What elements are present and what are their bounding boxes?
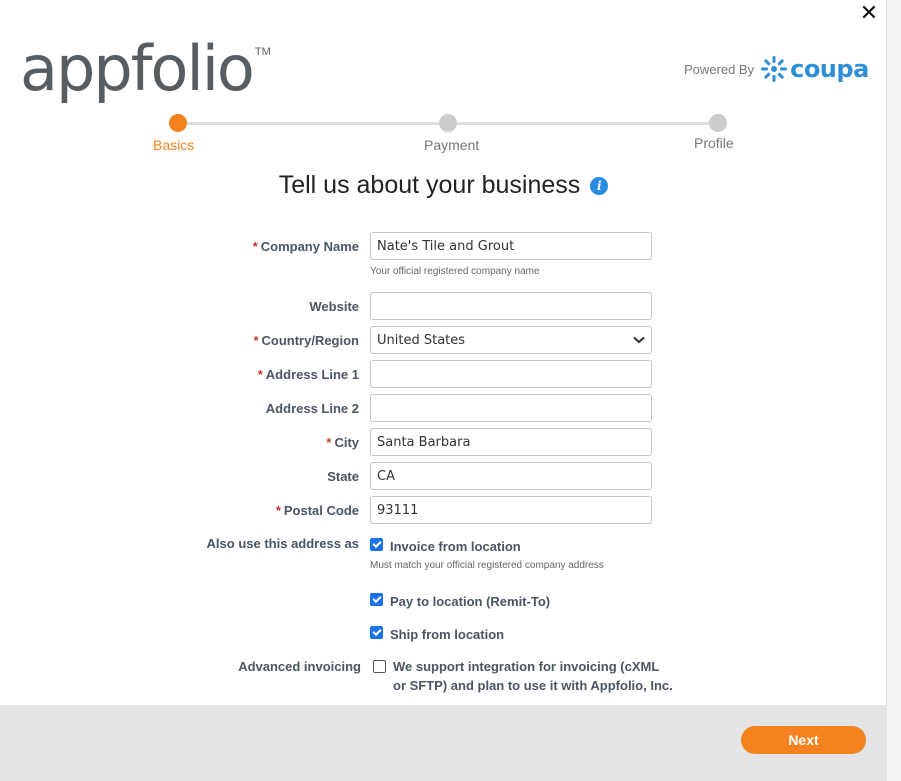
coupa-snowflake-icon	[761, 56, 788, 82]
pay-to-row[interactable]: Pay to location (Remit-To)	[370, 592, 550, 611]
postal-code-input[interactable]	[370, 496, 652, 524]
country-label-text: Country/Region	[261, 333, 360, 348]
postal-code-label-text: Postal Code	[283, 503, 359, 518]
required-mark: *	[253, 333, 259, 348]
advanced-invoicing-label: Advanced invoicing	[238, 659, 361, 674]
required-mark: *	[275, 503, 281, 518]
next-button[interactable]: Next	[741, 726, 866, 754]
page-background-strip	[887, 0, 901, 781]
state-label: State	[327, 469, 359, 484]
country-label: * Country/Region	[253, 333, 359, 348]
info-icon[interactable]: i	[590, 176, 609, 195]
step-dot-payment	[439, 114, 457, 132]
pay-to-label: Pay to location (Remit-To)	[390, 594, 551, 609]
company-name-input[interactable]	[370, 232, 652, 260]
city-label-text: City	[334, 435, 359, 450]
appfolio-logo: appfolio TM	[20, 38, 271, 108]
postal-code-label: * Postal Code	[276, 503, 359, 518]
address-line2-input[interactable]	[370, 394, 652, 422]
chevron-down-icon	[633, 336, 645, 344]
country-select[interactable]: United States	[370, 326, 652, 354]
logo-trademark: TM	[254, 46, 271, 58]
advanced-invoicing-row[interactable]: We support integration for invoicing (cX…	[373, 657, 673, 695]
step-label-payment: Payment	[424, 137, 480, 153]
company-name-label: * Company Name	[253, 239, 359, 254]
step-dot-basics	[169, 114, 187, 132]
close-icon[interactable]: ✕	[858, 3, 880, 25]
address-line1-label: * Address Line 1	[258, 367, 359, 382]
required-mark: *	[257, 367, 263, 382]
city-input[interactable]	[370, 428, 652, 456]
supplier-onboarding-modal: ✕ appfolio TM Powered By coupa Basics Pa…	[0, 0, 887, 781]
advanced-invoicing-checkbox[interactable]	[373, 660, 386, 673]
powered-by-coupa: Powered By coupa	[684, 55, 869, 83]
country-select-value: United States	[377, 332, 466, 348]
company-name-label-text: Company Name	[260, 239, 359, 254]
invoice-from-checkbox[interactable]	[370, 538, 383, 551]
step-label-basics: Basics	[153, 137, 195, 153]
website-label: Website	[309, 299, 359, 314]
pay-to-checkbox[interactable]	[370, 593, 383, 606]
invoice-from-hint: Must match your official registered comp…	[370, 560, 604, 571]
powered-by-label: Powered By	[684, 61, 755, 77]
coupa-wordmark: coupa	[790, 55, 869, 83]
page-title: Tell us about your business	[278, 171, 581, 199]
invoice-from-label: Invoice from location	[390, 539, 521, 554]
advanced-invoicing-text: We support integration for invoicing (cX…	[393, 659, 673, 693]
address-line1-input[interactable]	[370, 360, 652, 388]
website-input[interactable]	[370, 292, 652, 320]
step-label-profile: Profile	[694, 135, 734, 151]
required-mark: *	[252, 239, 258, 254]
ship-from-label: Ship from location	[390, 627, 505, 642]
ship-from-checkbox[interactable]	[370, 626, 383, 639]
address-line2-label: Address Line 2	[265, 401, 359, 416]
required-mark: *	[326, 435, 332, 450]
page-title-row: Tell us about your business i	[0, 171, 887, 200]
ship-from-row[interactable]: Ship from location	[370, 625, 504, 644]
invoice-from-row[interactable]: Invoice from location	[370, 537, 521, 556]
logo-text: appfolio	[20, 32, 255, 105]
address-line1-label-text: Address Line 1	[265, 367, 359, 382]
also-use-address-label: Also use this address as	[206, 536, 359, 551]
step-dot-profile	[709, 114, 727, 132]
city-label: * City	[326, 435, 359, 450]
state-input[interactable]	[370, 462, 652, 490]
company-name-hint: Your official registered company name	[370, 266, 540, 277]
